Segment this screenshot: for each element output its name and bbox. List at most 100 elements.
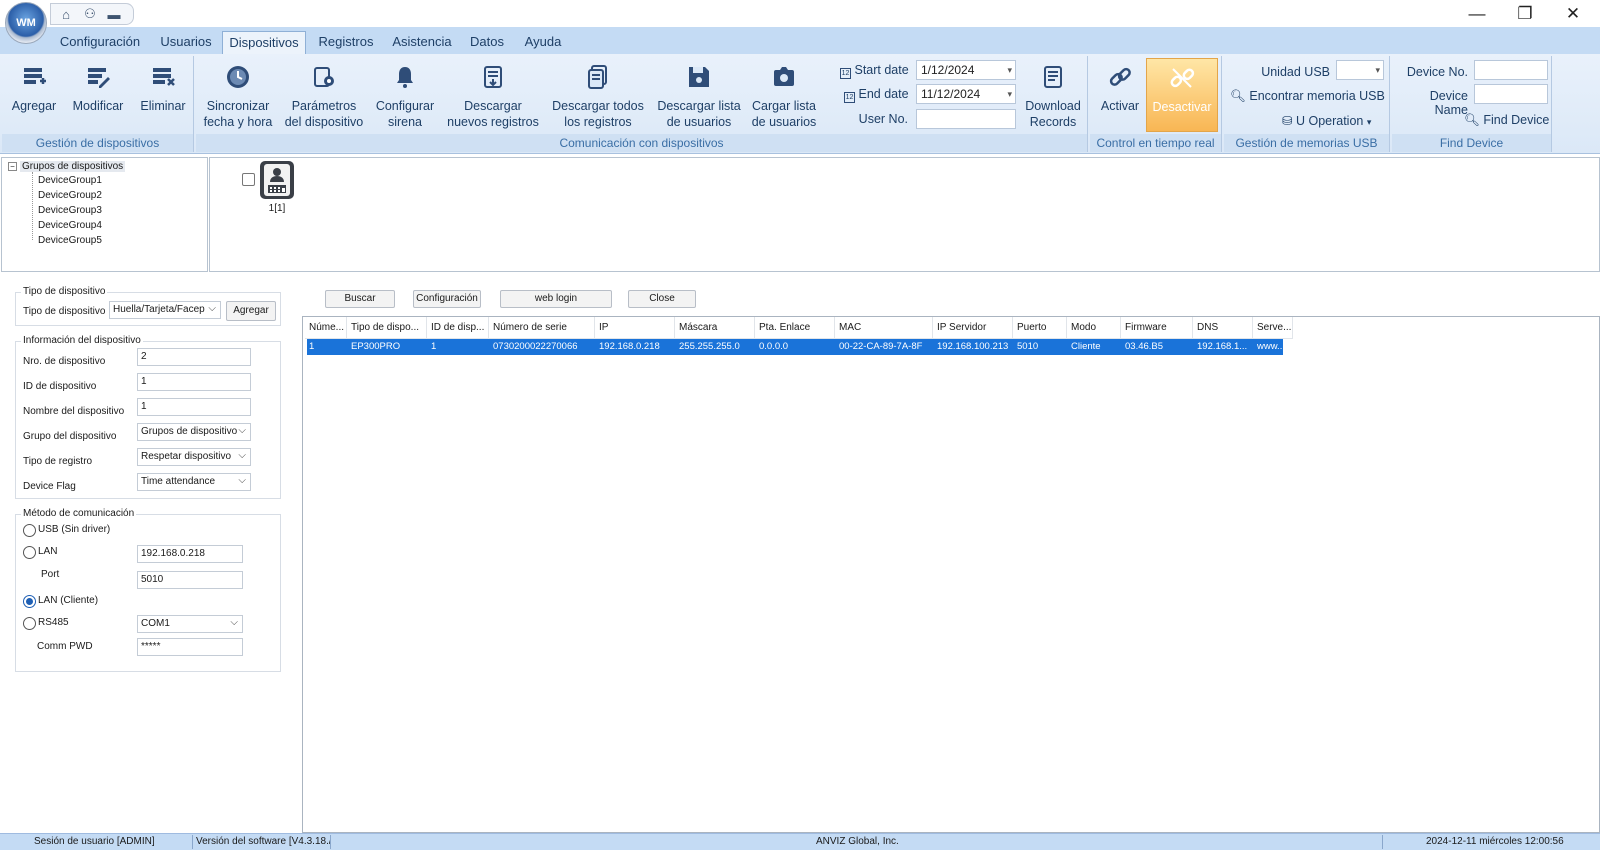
column-header[interactable]: Pta. Enlace xyxy=(755,317,835,339)
link-icon xyxy=(1105,62,1135,92)
buscar-button[interactable]: Buscar xyxy=(325,290,395,308)
tipo-title: Tipo de dispositivo xyxy=(21,286,108,297)
rs485-radio[interactable] xyxy=(23,617,36,630)
tree-item-devicegroup4[interactable]: DeviceGroup4 xyxy=(38,220,102,231)
close-button[interactable]: ✕ xyxy=(1550,2,1596,26)
agregar-tipo-button[interactable]: Agregar xyxy=(226,301,276,321)
column-header[interactable]: ID de disp... xyxy=(427,317,489,339)
column-header[interactable]: Máscara xyxy=(675,317,755,339)
terminal-device-icon[interactable] xyxy=(260,161,294,199)
column-header[interactable]: Modo xyxy=(1067,317,1121,339)
pwd-label: Comm PWD xyxy=(37,641,93,652)
tab-dispositivos[interactable]: Dispositivos xyxy=(222,31,306,54)
group-find: Device No. Device Name 🔍︎ Find Device Fi… xyxy=(1392,56,1552,152)
app-logo[interactable]: WM xyxy=(5,2,47,44)
configuracion-button[interactable]: Configuración xyxy=(413,290,481,308)
collapse-icon[interactable]: − xyxy=(8,162,17,171)
web-login-button[interactable]: web login xyxy=(500,290,612,308)
device-form: Tipo de dispositivo Tipo de dispositivo … xyxy=(0,278,300,833)
table-cell: 0730200022270066 xyxy=(493,341,578,352)
descargar-nuevos-button[interactable]: Descargar nuevos registros xyxy=(446,62,540,130)
sincronizar-label-1: Sincronizar xyxy=(206,99,270,113)
table-cell: 255.255.255.0 xyxy=(679,341,740,352)
device-checkbox[interactable] xyxy=(242,173,255,186)
device-icon[interactable]: ▬ xyxy=(105,7,123,22)
tipo-select[interactable]: Huella/Tarjeta/Facep xyxy=(109,301,221,319)
column-header[interactable]: Tipo de dispo... xyxy=(347,317,427,339)
column-header[interactable]: DNS xyxy=(1193,317,1253,339)
column-header[interactable]: IP xyxy=(595,317,675,339)
device-name-input[interactable] xyxy=(1474,84,1548,104)
descargar-todos-button[interactable]: Descargar todos los registros xyxy=(546,62,650,130)
restore-button[interactable]: ❐ xyxy=(1502,2,1548,26)
tipo-label: Tipo de dispositivo xyxy=(23,306,106,317)
descargar-lista-button[interactable]: Descargar lista de usuarios xyxy=(654,62,744,130)
lan-cliente-radio[interactable] xyxy=(23,595,36,608)
id-input[interactable]: 1 xyxy=(137,373,251,391)
usb-radio[interactable] xyxy=(23,524,36,537)
datetime-status: 2024-12-11 miércoles 12:00:56 xyxy=(1426,836,1564,847)
unidad-usb-select[interactable] xyxy=(1336,60,1384,80)
u-operation-button[interactable]: ⛁ U Operation ▾ xyxy=(1282,113,1371,128)
start-date-input[interactable]: 1/12/2024 xyxy=(916,60,1016,80)
end-date-input[interactable]: 11/12/2024 xyxy=(916,84,1016,104)
modificar-label: Modificar xyxy=(72,99,124,113)
pwd-input[interactable]: ***** xyxy=(137,638,243,656)
desactivar-button[interactable]: Desactivar xyxy=(1146,58,1218,132)
tab-asistencia[interactable]: Asistencia xyxy=(388,31,456,54)
agregar-button[interactable]: Agregar xyxy=(6,62,62,114)
descargar-nuevos-label-1: Descargar xyxy=(464,99,522,113)
tab-usuarios[interactable]: Usuarios xyxy=(156,31,216,54)
u-operation-label: U Operation xyxy=(1295,114,1364,128)
home-icon[interactable]: ⌂ xyxy=(57,7,75,22)
column-header[interactable]: Serve... xyxy=(1253,317,1293,339)
flag-select[interactable]: Time attendance xyxy=(137,473,251,491)
desactivar-label: Desactivar xyxy=(1152,100,1212,114)
table-cell: 1 xyxy=(431,341,437,352)
registro-select[interactable]: Respetar dispositivo xyxy=(137,448,251,466)
column-header[interactable]: Firmware xyxy=(1121,317,1193,339)
tab-configuracion[interactable]: Configuración xyxy=(56,31,144,54)
parametros-button[interactable]: Parámetros del dispositivo xyxy=(280,62,368,130)
nro-input[interactable]: 2 xyxy=(137,348,251,366)
tree-root[interactable]: − Grupos de dispositivos xyxy=(8,161,126,172)
grupo-select[interactable]: Grupos de dispositivo xyxy=(137,423,251,441)
device-table: Núme... Tipo de dispo... ID de disp... N… xyxy=(302,316,1600,833)
metodo-title: Método de comunicación xyxy=(21,508,137,519)
column-header[interactable]: Núme... xyxy=(305,317,347,339)
tree-item-devicegroup2[interactable]: DeviceGroup2 xyxy=(38,190,102,201)
cargar-lista-button[interactable]: Cargar lista de usuarios xyxy=(748,62,820,130)
tree-item-devicegroup1[interactable]: DeviceGroup1 xyxy=(38,175,102,186)
users-icon[interactable]: ⚇ xyxy=(81,6,99,22)
rs485-select[interactable]: COM1 xyxy=(137,615,243,633)
sincronizar-button[interactable]: Sincronizar fecha y hora xyxy=(198,62,278,130)
find-device-button[interactable]: 🔍︎ Find Device xyxy=(1464,113,1549,128)
tab-ayuda[interactable]: Ayuda xyxy=(518,31,568,54)
column-header[interactable]: Número de serie xyxy=(489,317,595,339)
lan-radio[interactable] xyxy=(23,546,36,559)
sirena-button[interactable]: Configurar sirena xyxy=(372,62,438,130)
eliminar-button[interactable]: Eliminar xyxy=(134,62,192,114)
column-header[interactable]: MAC xyxy=(835,317,933,339)
column-header[interactable]: Puerto xyxy=(1013,317,1067,339)
device-no-input[interactable] xyxy=(1474,60,1548,80)
nombre-input[interactable]: 1 xyxy=(137,398,251,416)
user-no-input[interactable] xyxy=(916,109,1016,129)
lan-ip-input[interactable]: 192.168.0.218 xyxy=(137,545,243,563)
tree-item-devicegroup3[interactable]: DeviceGroup3 xyxy=(38,205,102,216)
descargar-nuevos-label-2: nuevos registros xyxy=(447,115,539,129)
tab-registros[interactable]: Registros xyxy=(314,31,378,54)
tree-item-devicegroup5[interactable]: DeviceGroup5 xyxy=(38,235,102,246)
port-input[interactable]: 5010 xyxy=(137,571,243,589)
download-records-icon xyxy=(478,62,508,92)
minimize-button[interactable]: — xyxy=(1454,2,1500,26)
activar-button[interactable]: Activar xyxy=(1092,62,1148,114)
modificar-button[interactable]: Modificar xyxy=(66,62,130,114)
metodo-fieldset: Método de comunicación USB (Sin driver) … xyxy=(15,508,281,672)
tab-datos[interactable]: Datos xyxy=(464,31,510,54)
column-header[interactable]: IP Servidor xyxy=(933,317,1013,339)
descargar-todos-label-2: los registros xyxy=(564,115,632,129)
download-records-button[interactable]: Download Records xyxy=(1020,62,1086,130)
encontrar-usb-button[interactable]: 🔍︎ Encontrar memoria USB xyxy=(1230,89,1385,104)
close-form-button[interactable]: Close xyxy=(628,290,696,308)
